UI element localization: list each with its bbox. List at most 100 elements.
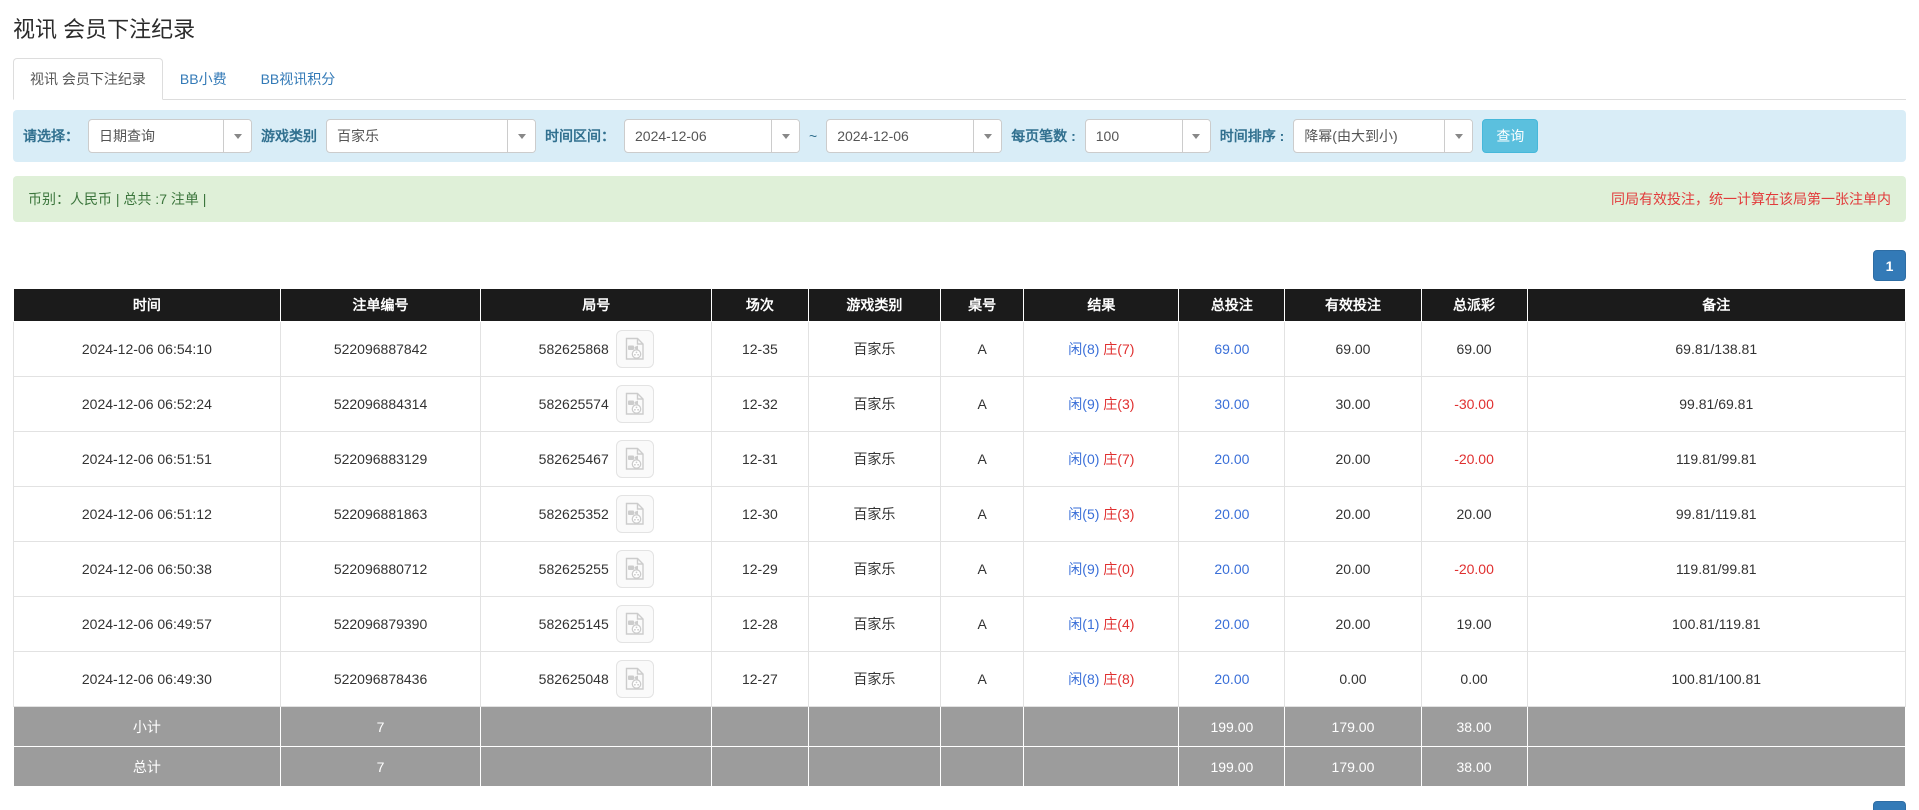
tab-bar: 视讯 会员下注纪录BB小费BB视讯积分 (13, 58, 1906, 100)
tab-0[interactable]: 视讯 会员下注纪录 (13, 58, 163, 100)
video-replay-button[interactable] (616, 550, 654, 588)
date-from-select[interactable]: 2024-12-06 (624, 119, 800, 153)
bet-id-cell: 522096878436 (280, 652, 481, 707)
payout-cell: 20.00 (1421, 487, 1527, 542)
summary-count-cell: 7 (280, 707, 481, 747)
table-no-cell: A (941, 377, 1024, 432)
date-to-select[interactable]: 2024-12-06 (826, 119, 1002, 153)
round-cell: 582625467 (481, 432, 712, 487)
video-replay-button[interactable] (616, 440, 654, 478)
video-file-icon (624, 612, 646, 636)
table-row: 2024-12-06 06:49:57 522096879390 5826251… (14, 597, 1906, 652)
game-type-cell: 百家乐 (808, 432, 940, 487)
page-1-button[interactable]: 1 (1873, 801, 1906, 810)
total-bet-link[interactable]: 20.00 (1214, 451, 1249, 467)
column-header: 结果 (1024, 289, 1179, 322)
summary-valid-bet-cell: 179.00 (1285, 747, 1421, 787)
bet-id-cell: 522096880712 (280, 542, 481, 597)
total-bet-link[interactable]: 20.00 (1214, 671, 1249, 687)
page-1-button[interactable]: 1 (1873, 250, 1906, 281)
remark-cell: 99.81/69.81 (1527, 377, 1905, 432)
session-cell: 12-32 (712, 377, 808, 432)
session-cell: 12-27 (712, 652, 808, 707)
table-no-cell: A (941, 597, 1024, 652)
query-type-select[interactable]: 日期查询 (88, 119, 252, 153)
pagination-top: 1 (13, 250, 1906, 281)
player-result: 闲(0) (1068, 451, 1099, 467)
summary-count-cell: 7 (280, 747, 481, 787)
round-id: 582625352 (539, 506, 609, 522)
player-result: 闲(9) (1068, 396, 1099, 412)
remark-cell: 69.81/138.81 (1527, 322, 1905, 377)
round-cell: 582625255 (481, 542, 712, 597)
time-cell: 2024-12-06 06:51:12 (14, 487, 281, 542)
search-button[interactable]: 查询 (1482, 119, 1538, 153)
tab-1[interactable]: BB小费 (163, 58, 244, 100)
remark-cell: 119.81/99.81 (1527, 432, 1905, 487)
total-bet-cell: 20.00 (1179, 432, 1285, 487)
valid-bet-cell: 69.00 (1285, 322, 1421, 377)
tab-2[interactable]: BB视讯积分 (244, 58, 353, 100)
round-cell: 582625048 (481, 652, 712, 707)
round-cell: 582625574 (481, 377, 712, 432)
bet-id-cell: 522096881863 (280, 487, 481, 542)
time-cell: 2024-12-06 06:49:30 (14, 652, 281, 707)
table-row: 2024-12-06 06:50:38 522096880712 5826252… (14, 542, 1906, 597)
summary-bar: 币别：人民币 | 总共 :7 注单 | 同局有效投注，统一计算在该局第一张注单内 (13, 176, 1906, 222)
player-result: 闲(5) (1068, 506, 1099, 522)
total-bet-cell: 20.00 (1179, 597, 1285, 652)
filter-panel: 请选择： 日期查询 游戏类别 百家乐 时间区间： 2024-12-06 ~ 20… (13, 110, 1906, 162)
payout-cell: -20.00 (1421, 542, 1527, 597)
valid-bet-cell: 20.00 (1285, 597, 1421, 652)
total-bet-link[interactable]: 69.00 (1214, 341, 1249, 357)
video-file-icon (624, 667, 646, 691)
video-replay-button[interactable] (616, 495, 654, 533)
summary-valid-bet-cell: 179.00 (1285, 707, 1421, 747)
table-row: 2024-12-06 06:51:12 522096881863 5826253… (14, 487, 1906, 542)
game-type-cell: 百家乐 (808, 377, 940, 432)
summary-row: 小计 7 199.00 179.00 38.00 (14, 707, 1906, 747)
table-header-row: 时间注单编号局号场次游戏类别桌号结果总投注有效投注总派彩备注 (14, 289, 1906, 322)
video-file-icon (624, 557, 646, 581)
total-bet-link[interactable]: 20.00 (1214, 616, 1249, 632)
bet-id-cell: 522096887842 (280, 322, 481, 377)
time-sort-label: 时间排序 : (1220, 126, 1285, 146)
total-bet-link[interactable]: 20.00 (1214, 506, 1249, 522)
round-cell: 582625352 (481, 487, 712, 542)
page-size-select[interactable]: 100 (1085, 119, 1211, 153)
column-header: 总派彩 (1421, 289, 1527, 322)
caret-down-icon (1444, 120, 1472, 152)
round-id: 582625574 (539, 396, 609, 412)
total-bet-cell: 20.00 (1179, 487, 1285, 542)
player-result: 闲(9) (1068, 561, 1099, 577)
game-type-select[interactable]: 百家乐 (326, 119, 536, 153)
session-cell: 12-35 (712, 322, 808, 377)
session-cell: 12-30 (712, 487, 808, 542)
total-bet-link[interactable]: 20.00 (1214, 561, 1249, 577)
table-no-cell: A (941, 542, 1024, 597)
time-cell: 2024-12-06 06:50:38 (14, 542, 281, 597)
player-result: 闲(8) (1068, 671, 1099, 687)
session-cell: 12-28 (712, 597, 808, 652)
video-file-icon (624, 502, 646, 526)
time-sort-select[interactable]: 降幂(由大到小) (1293, 119, 1473, 153)
video-replay-button[interactable] (616, 330, 654, 368)
table-row: 2024-12-06 06:54:10 522096887842 5826258… (14, 322, 1906, 377)
valid-bet-cell: 20.00 (1285, 432, 1421, 487)
video-replay-button[interactable] (616, 605, 654, 643)
remark-cell: 119.81/99.81 (1527, 542, 1905, 597)
video-replay-button[interactable] (616, 385, 654, 423)
video-replay-button[interactable] (616, 660, 654, 698)
banker-result: 庄(3) (1103, 396, 1134, 412)
summary-total-bet-cell: 199.00 (1179, 707, 1285, 747)
valid-bet-cell: 20.00 (1285, 487, 1421, 542)
table-no-cell: A (941, 652, 1024, 707)
total-bet-link[interactable]: 30.00 (1214, 396, 1249, 412)
result-cell: 闲(1) 庄(4) (1024, 597, 1179, 652)
total-bet-cell: 30.00 (1179, 377, 1285, 432)
currency-total-text: 币别：人民币 | 总共 :7 注单 | (28, 189, 206, 209)
player-result: 闲(1) (1068, 616, 1099, 632)
result-cell: 闲(8) 庄(8) (1024, 652, 1179, 707)
payout-cell: 0.00 (1421, 652, 1527, 707)
table-no-cell: A (941, 432, 1024, 487)
